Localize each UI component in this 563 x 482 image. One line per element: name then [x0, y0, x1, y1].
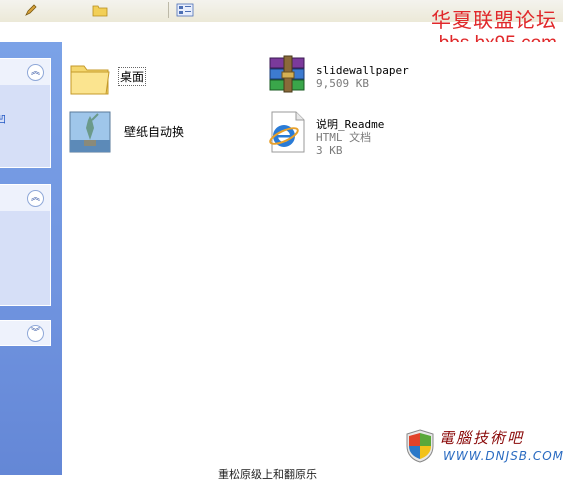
file-list: 桌面 slidewallpaper 9,509 KB 壁纸自动换 说明_Read… [62, 42, 563, 475]
file-item-desktop[interactable]: 桌面 [68, 56, 198, 100]
file-size: 3 KB [316, 144, 343, 157]
toolbar-folders-button[interactable] [92, 2, 162, 18]
winrar-archive-icon [269, 55, 305, 93]
status-text-cut: 重松原级上和翻原乐 [218, 468, 317, 481]
toolbar-views-button[interactable] [176, 2, 200, 18]
task-box-1-link[interactable]: 凹 [0, 111, 6, 126]
toolbar-separator [168, 2, 169, 18]
task-box-1: ︽ 凹 [0, 58, 51, 168]
expand-chevron-icon[interactable]: ︾ [27, 325, 44, 342]
toolbar-edit-button[interactable] [24, 2, 84, 18]
file-item-readme[interactable]: 说明_Readme HTML 文档 3 KB [266, 108, 446, 157]
file-item-slidewallpaper[interactable]: slidewallpaper 9,509 KB [266, 54, 446, 98]
site-watermark: 電腦技術吧 WWW.DNJSB.COM [405, 427, 563, 467]
file-name: 壁纸自动换 [124, 125, 185, 139]
pencil-icon [25, 4, 37, 16]
task-box-3-header[interactable]: ︾ [0, 321, 50, 345]
site-watermark-url: WWW.DNJSB.COM [443, 449, 563, 463]
file-item-wallpaper-changer[interactable]: 壁纸自动换 [68, 108, 208, 156]
task-box-3: ︾ [0, 320, 51, 346]
file-name: 说明_Readme [316, 118, 385, 131]
folder-icon [70, 65, 110, 95]
file-size: 9,509 KB [316, 77, 369, 90]
windows-shield-icon [406, 429, 434, 463]
file-type: HTML 文档 [316, 131, 372, 144]
ie-html-icon [269, 111, 305, 153]
views-icon [176, 3, 194, 17]
task-box-2: ︽ [0, 184, 51, 306]
site-watermark-name: 電腦技術吧 [439, 429, 525, 447]
task-pane: ︽ 凹 ︽ ︾ [0, 42, 62, 475]
task-box-1-header[interactable]: ︽ [0, 59, 50, 85]
statue-of-liberty-icon [69, 111, 111, 153]
collapse-chevron-icon[interactable]: ︽ [27, 64, 44, 81]
file-name: 桌面 [118, 67, 147, 86]
task-box-2-header[interactable]: ︽ [0, 185, 50, 211]
folder-icon [92, 5, 108, 17]
collapse-chevron-icon[interactable]: ︽ [27, 190, 44, 207]
file-name: slidewallpaper [316, 64, 409, 77]
forum-watermark-name: 华夏联盟论坛 [431, 8, 557, 32]
